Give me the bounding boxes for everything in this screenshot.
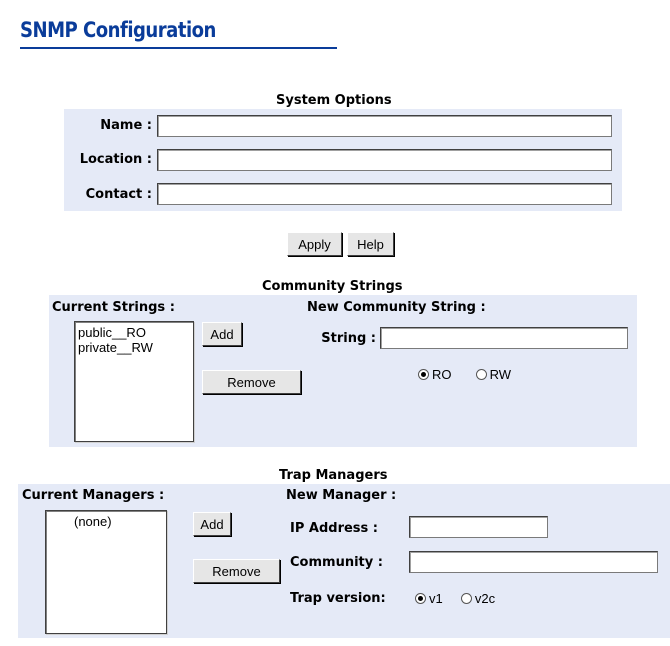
page-title: SNMP Configuration — [20, 18, 216, 42]
access-rw-radio[interactable] — [475, 369, 487, 380]
list-item[interactable]: (none) — [74, 514, 166, 529]
current-managers-list[interactable]: (none) — [45, 510, 167, 634]
current-strings-list[interactable]: public__RO private__RW — [74, 321, 194, 442]
version-v1-label: v1 — [429, 591, 443, 606]
list-item[interactable]: public__RO — [78, 325, 193, 340]
version-v2c-label: v2c — [474, 591, 496, 606]
manager-community-label: Community : — [290, 555, 383, 570]
community-strings-heading: Community Strings — [262, 279, 403, 294]
version-v1-radio[interactable] — [415, 593, 426, 604]
access-ro-label: RO — [432, 367, 452, 382]
manager-community-field[interactable] — [409, 551, 658, 573]
ip-address-label: IP Address : — [290, 521, 378, 536]
contact-field[interactable] — [157, 183, 612, 205]
new-manager-label: New Manager : — [286, 488, 397, 503]
remove-manager-button[interactable]: Remove — [193, 559, 280, 583]
add-string-button[interactable]: Add — [202, 322, 242, 346]
name-label: Name : — [100, 118, 152, 133]
trap-managers-heading: Trap Managers — [279, 468, 388, 483]
access-ro-radio[interactable] — [418, 369, 429, 380]
title-underline — [20, 47, 337, 49]
trap-version-label: Trap version: — [290, 591, 386, 606]
new-community-string-label: New Community String : — [307, 300, 486, 315]
current-managers-label: Current Managers : — [22, 488, 165, 503]
ip-address-field[interactable] — [409, 516, 548, 538]
list-item[interactable]: private__RW — [78, 340, 193, 355]
string-label: String : — [321, 331, 376, 346]
system-options-heading: System Options — [276, 93, 392, 108]
name-field[interactable] — [157, 115, 612, 137]
access-radio-group: RO RW — [418, 367, 511, 382]
add-manager-button[interactable]: Add — [193, 512, 231, 536]
access-rw-label: RW — [489, 367, 512, 382]
location-field[interactable] — [157, 149, 612, 171]
apply-button[interactable]: Apply — [287, 232, 342, 256]
location-label: Location : — [79, 152, 152, 167]
trap-version-radio-group: v1 v2c — [415, 591, 495, 606]
version-v2c-radio[interactable] — [460, 593, 472, 604]
contact-label: Contact : — [85, 187, 152, 202]
current-strings-label: Current Strings : — [52, 300, 175, 315]
string-field[interactable] — [380, 327, 628, 349]
help-button[interactable]: Help — [347, 232, 394, 256]
remove-string-button[interactable]: Remove — [202, 370, 301, 394]
